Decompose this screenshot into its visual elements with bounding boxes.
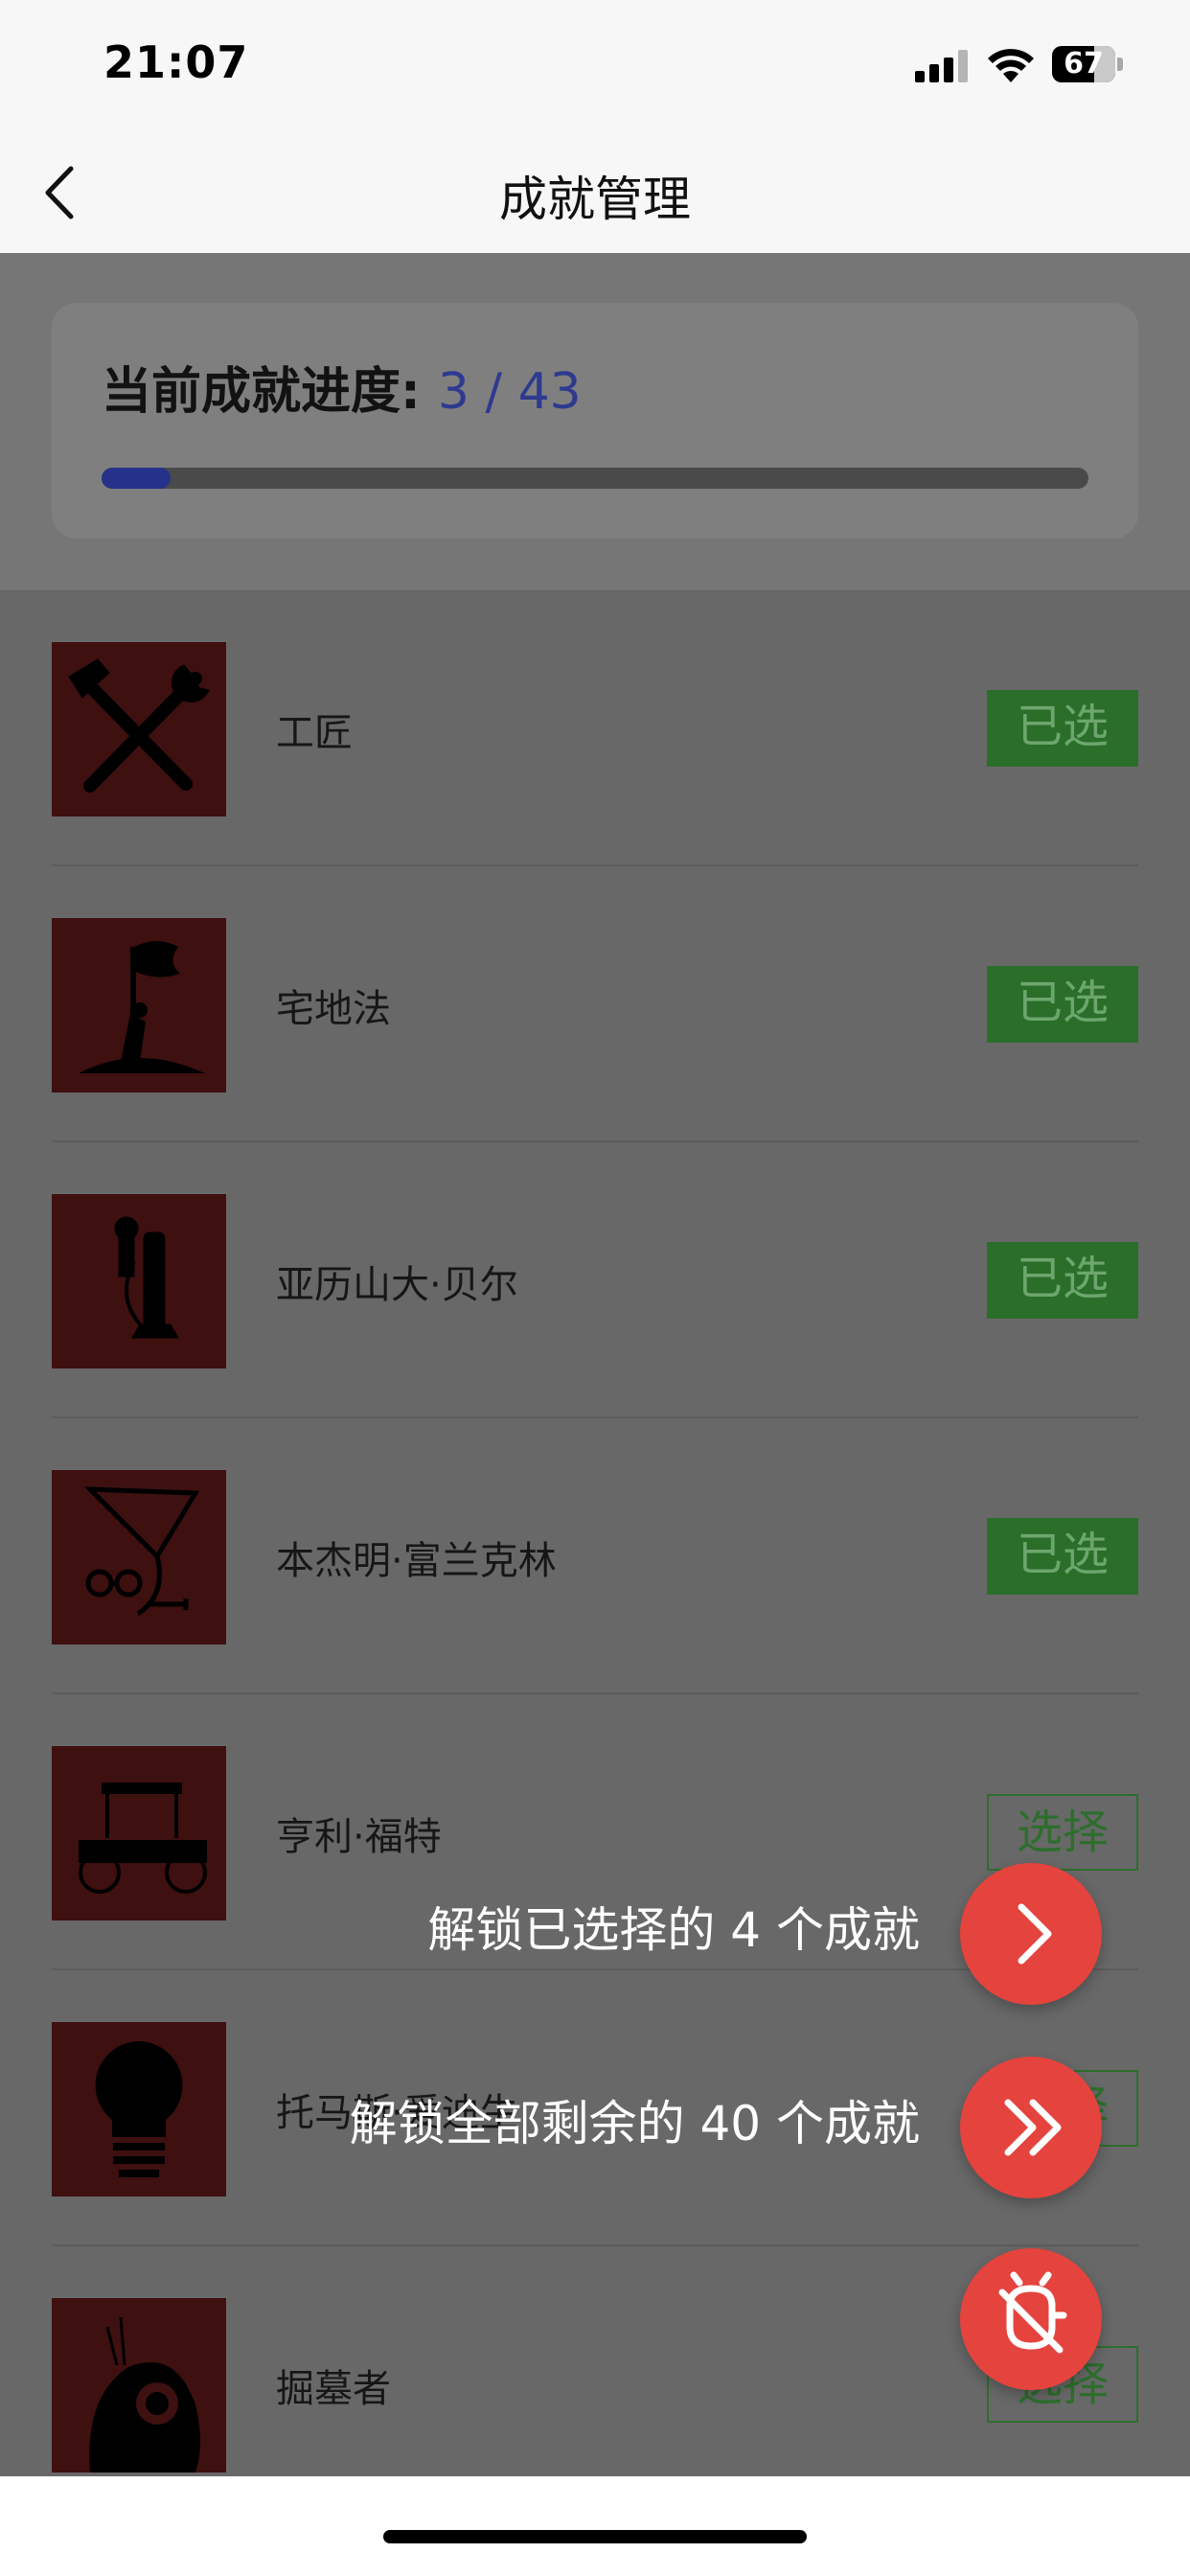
battery-percent: 67: [1064, 47, 1104, 80]
status-time: 21:07: [103, 36, 249, 88]
list-item[interactable]: 工匠 已选: [52, 590, 1138, 866]
list-item[interactable]: 宅地法 已选: [52, 866, 1138, 1142]
selected-badge[interactable]: 已选: [987, 1242, 1138, 1319]
progress-bar: [102, 468, 1088, 489]
cellular-signal-icon: [915, 50, 968, 82]
selected-badge[interactable]: 已选: [987, 1518, 1138, 1595]
wifi-icon: [988, 49, 1034, 82]
unlock-all-button[interactable]: [960, 2057, 1102, 2198]
model-t-car-icon: [52, 1746, 226, 1920]
progress-card: 当前成就进度: 3 / 43: [52, 303, 1138, 539]
battery-icon: 67: [1052, 46, 1125, 82]
select-button[interactable]: 选择: [987, 1794, 1138, 1871]
progress-label-text: 当前成就进度:: [102, 363, 438, 421]
light-bulb-icon: [52, 2022, 226, 2196]
achievement-name: 工匠: [276, 711, 353, 755]
speed-dial-toggle-button[interactable]: [960, 2248, 1102, 2390]
unlock-selected-button[interactable]: [960, 1863, 1102, 2005]
chevron-right-icon: [1018, 1903, 1052, 1965]
skull-head-icon: [52, 2298, 226, 2472]
achievement-name: 亚历山大·贝尔: [276, 1263, 518, 1307]
list-item[interactable]: 亚历山大·贝尔 已选: [52, 1142, 1138, 1418]
unlock-all-label[interactable]: 解锁全部剩余的 40 个成就: [350, 2085, 920, 2154]
progress-label: 当前成就进度: 3 / 43: [102, 351, 582, 423]
selected-badge[interactable]: 已选: [987, 966, 1138, 1043]
unlock-selected-label[interactable]: 解锁已选择的 4 个成就: [427, 1892, 920, 1961]
achievement-name: 本杰明·富兰克林: [276, 1539, 557, 1583]
candlestick-telephone-icon: [52, 1194, 226, 1368]
list-item[interactable]: 本杰明·富兰克林 已选: [52, 1418, 1138, 1694]
page-title: 成就管理: [499, 172, 691, 227]
kite-key-spectacles-icon: [52, 1470, 226, 1644]
hammer-wrench-icon: [52, 642, 226, 816]
home-indicator-area: [0, 2476, 1190, 2576]
navigation-bar: 成就管理: [0, 134, 1190, 253]
achievement-name: 宅地法: [276, 987, 391, 1031]
selected-badge[interactable]: 已选: [987, 690, 1138, 767]
double-chevron-right-icon: [1004, 2099, 1062, 2156]
achievement-name: 亨利·福特: [276, 1815, 442, 1859]
flag-raising-icon: [52, 918, 226, 1092]
bug-off-icon: [998, 2271, 1067, 2354]
home-indicator[interactable]: [383, 2530, 807, 2543]
progress-value: 3 / 43: [437, 363, 582, 421]
progress-section: 当前成就进度: 3 / 43: [0, 253, 1190, 590]
status-bar: 21:07 67: [0, 0, 1190, 134]
achievement-name: 掘墓者: [276, 2367, 391, 2411]
achievement-content: 当前成就进度: 3 / 43 工匠 已选 宅地法 已选 亚历山大·贝尔 已选 本…: [0, 253, 1190, 2476]
progress-bar-fill: [102, 468, 171, 489]
